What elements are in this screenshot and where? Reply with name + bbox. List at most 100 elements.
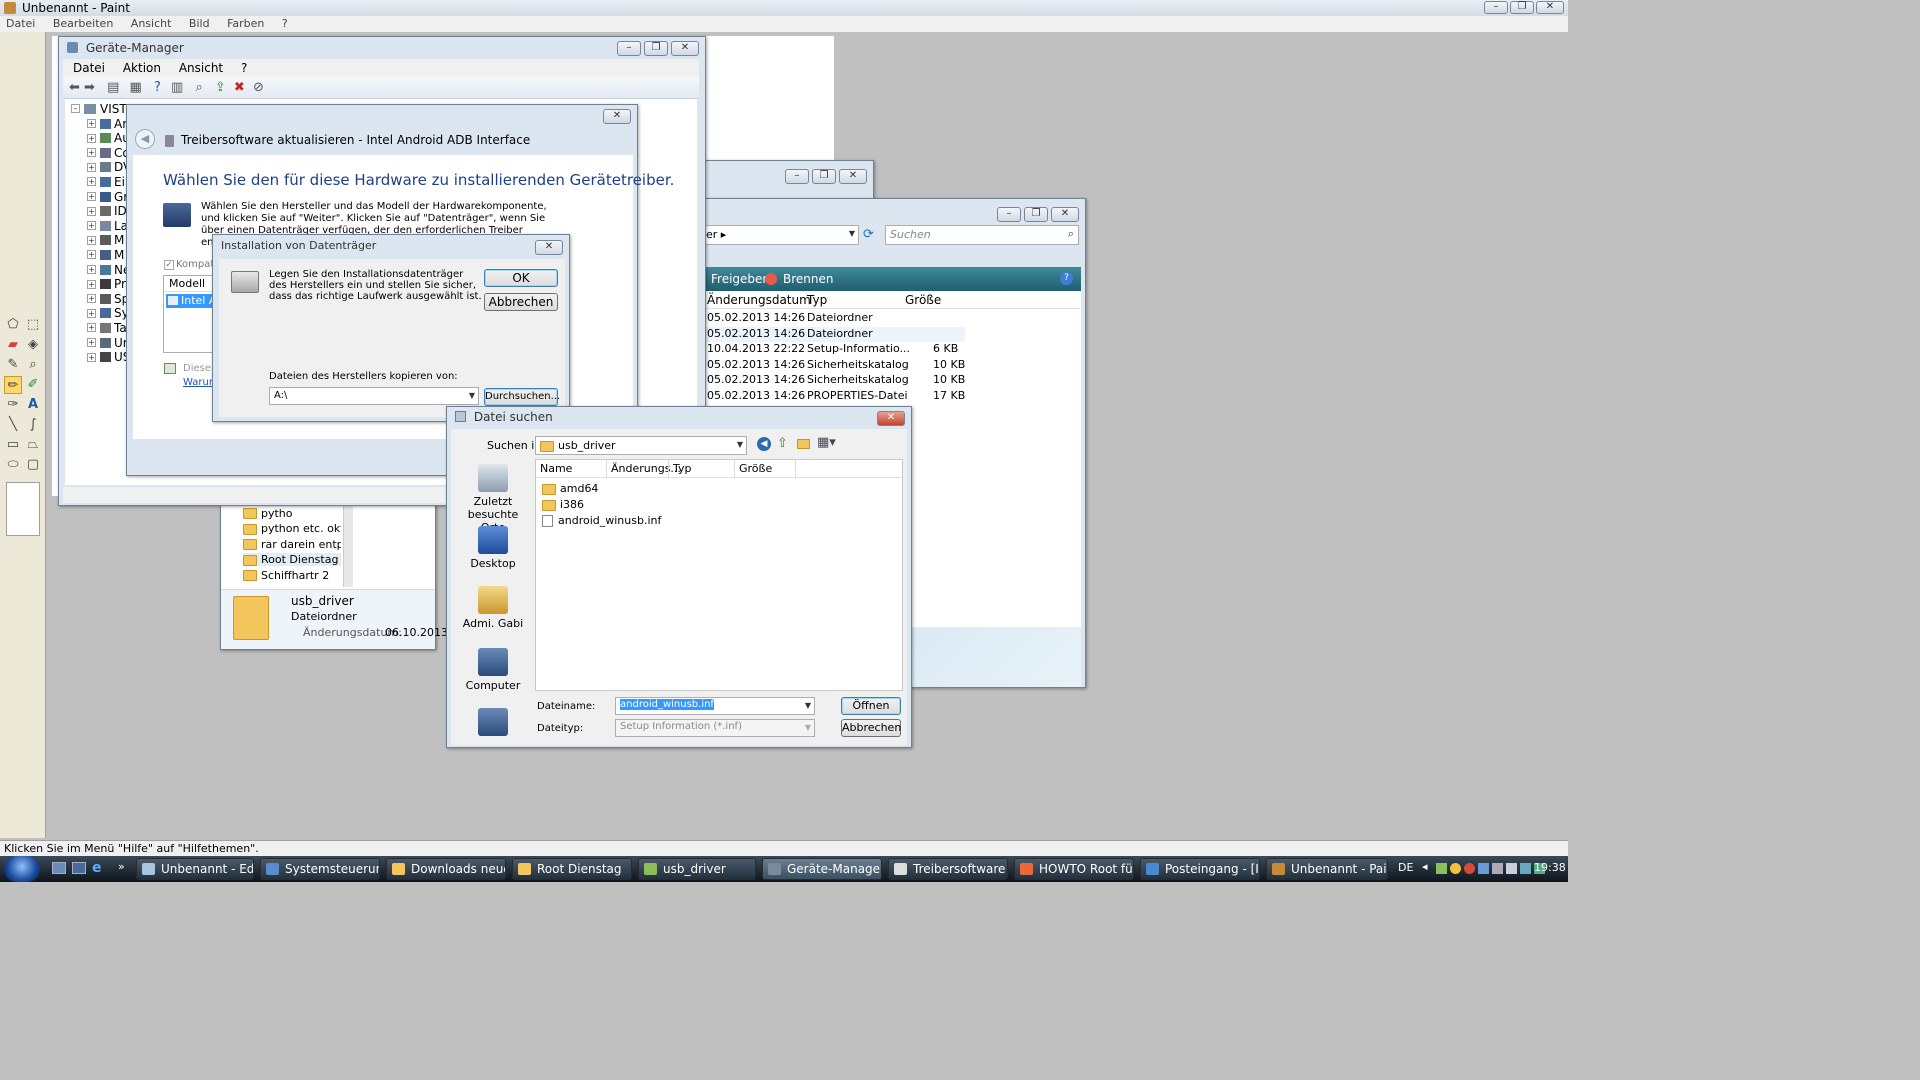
show-desktop-icon[interactable] bbox=[52, 862, 66, 874]
color-picker-icon[interactable]: ✎ bbox=[4, 356, 22, 374]
expand-icon[interactable]: + bbox=[87, 206, 96, 216]
curve-icon[interactable]: ∫ bbox=[24, 416, 42, 434]
more-quicklaunch-icon[interactable]: » bbox=[118, 860, 125, 873]
tree-item[interactable]: + Ne bbox=[87, 262, 130, 277]
device-manager-titlebar[interactable]: Geräte-Manager bbox=[59, 37, 705, 61]
file-dialog-titlebar[interactable]: Datei suchen bbox=[447, 407, 911, 427]
col-date[interactable]: Änderungsdatum bbox=[707, 291, 811, 309]
place-recent[interactable]: Zuletzt besuchte Orte bbox=[462, 464, 524, 534]
expand-icon[interactable]: + bbox=[87, 133, 96, 143]
free-select-icon[interactable]: ⬠ bbox=[4, 316, 22, 334]
back-arrow-icon[interactable]: ⬅ bbox=[69, 80, 80, 95]
taskbar-item[interactable]: Geräte-Manager bbox=[762, 858, 882, 880]
tree-item[interactable]: + Ei bbox=[87, 174, 125, 189]
language-indicator[interactable]: DE bbox=[1398, 861, 1413, 874]
taskbar-item[interactable]: Downloads neuer ... bbox=[386, 858, 506, 880]
expand-icon[interactable]: + bbox=[87, 148, 96, 158]
uninstall-icon[interactable]: ✖ bbox=[234, 80, 245, 95]
scan-hardware-icon[interactable]: ⌕ bbox=[195, 80, 202, 95]
explorer-burn-button[interactable]: Brennen bbox=[783, 267, 833, 291]
switch-windows-icon[interactable] bbox=[72, 862, 86, 874]
explorer-row[interactable]: 05.02.2013 14:26 Sicherheitskatalog 10 KB bbox=[701, 373, 965, 388]
explorer-share-button[interactable]: Freigeben bbox=[711, 267, 770, 291]
fcol-name[interactable]: Name bbox=[540, 460, 572, 478]
tree-item[interactable]: + M bbox=[87, 247, 124, 262]
magnifier-icon[interactable]: ⌕ bbox=[24, 356, 42, 374]
airbrush-icon[interactable]: ✑ bbox=[4, 396, 22, 414]
rectangle-icon[interactable]: ▭ bbox=[4, 436, 22, 454]
tree-item[interactable]: + Au bbox=[87, 131, 130, 146]
nav-item[interactable]: python etc. oktobe bbox=[243, 522, 341, 535]
wizard-close-button[interactable]: ✕ bbox=[603, 109, 631, 124]
dm-menu-view[interactable]: Ansicht bbox=[179, 61, 223, 75]
view-icon[interactable]: ▥ bbox=[171, 80, 183, 95]
tray-app-icon[interactable] bbox=[1464, 863, 1475, 874]
expand-icon[interactable]: + bbox=[87, 235, 96, 245]
dm-menu-file[interactable]: Datei bbox=[73, 61, 105, 75]
paint-menu-view[interactable]: Ansicht bbox=[131, 17, 172, 30]
tree-root[interactable]: – VISTA bbox=[71, 101, 134, 116]
disk-install-titlebar[interactable]: Installation von Datenträger bbox=[213, 235, 569, 259]
eraser-icon[interactable]: ▰ bbox=[4, 336, 22, 354]
place-desktop[interactable]: Desktop bbox=[462, 526, 524, 570]
paint-menu-colors[interactable]: Farben bbox=[227, 17, 264, 30]
file-item-inf[interactable]: android_winusb.inf bbox=[542, 514, 661, 527]
explorer-row[interactable]: 10.04.2013 22:22 Setup-Informatio... 6 KB bbox=[701, 342, 965, 357]
col-type[interactable]: Typ bbox=[807, 291, 827, 309]
expand-icon[interactable]: + bbox=[87, 352, 96, 362]
taskbar-item[interactable]: Systemsteuerung bbox=[260, 858, 380, 880]
explorer-address-bar[interactable]: er ▸ ▼ bbox=[701, 225, 859, 245]
paint-titlebar[interactable]: Unbenannt - Paint – ❐ ✕ bbox=[0, 0, 1568, 16]
tree-item[interactable]: + Co bbox=[87, 145, 130, 160]
rect-select-icon[interactable]: ⬚ bbox=[24, 316, 42, 334]
fill-icon[interactable]: ◈ bbox=[24, 336, 42, 354]
new-folder-icon[interactable] bbox=[797, 439, 810, 449]
dm-close-button[interactable]: ✕ bbox=[671, 41, 699, 56]
expand-icon[interactable]: + bbox=[87, 221, 96, 231]
place-network[interactable] bbox=[462, 708, 524, 739]
dm-menu-action[interactable]: Aktion bbox=[123, 61, 161, 75]
tree-item[interactable]: + Sp bbox=[87, 291, 129, 306]
tray-chevron-icon[interactable]: ◂ bbox=[1422, 860, 1428, 873]
brush-icon[interactable]: ✐ bbox=[24, 376, 42, 394]
explorer-row[interactable]: 05.02.2013 14:26 Sicherheitskatalog 10 KB bbox=[701, 358, 965, 373]
explorer-back-maximize-button[interactable]: ❐ bbox=[812, 169, 836, 184]
paint-close-button[interactable]: ✕ bbox=[1536, 1, 1564, 14]
tool-options-box[interactable] bbox=[6, 482, 40, 536]
col-size[interactable]: Größe bbox=[905, 291, 941, 309]
disable-icon[interactable]: ⊘ bbox=[253, 80, 264, 95]
copy-from-combo[interactable]: A:\ ▼ bbox=[269, 387, 479, 405]
filetype-combo[interactable]: Setup Information (*.inf) ▼ bbox=[615, 719, 815, 737]
back-icon[interactable]: ◀ bbox=[757, 437, 771, 451]
tree-item[interactable]: + Sy bbox=[87, 306, 129, 321]
tree-item[interactable]: + M bbox=[87, 233, 124, 248]
file-dialog-close-button[interactable]: ✕ bbox=[877, 411, 905, 426]
nav-item[interactable]: Schiffhartr 2 bbox=[243, 569, 341, 582]
tree-item[interactable]: + US bbox=[87, 350, 130, 365]
disk-install-close-button[interactable]: ✕ bbox=[535, 240, 563, 255]
expand-icon[interactable]: + bbox=[87, 338, 96, 347]
expand-icon[interactable]: + bbox=[87, 323, 96, 333]
tree-item[interactable]: + La bbox=[87, 218, 128, 233]
text-icon[interactable]: A bbox=[24, 396, 42, 414]
tray-app-icon[interactable] bbox=[1478, 863, 1489, 874]
nav-scrollbar[interactable] bbox=[343, 503, 353, 587]
network-icon[interactable] bbox=[1492, 863, 1503, 874]
taskbar-item[interactable]: HOWTO Root für d... bbox=[1014, 858, 1134, 880]
expand-icon[interactable]: + bbox=[87, 162, 96, 172]
expand-icon[interactable]: + bbox=[87, 192, 96, 201]
taskbar-item[interactable]: Unbenannt - Editor bbox=[136, 858, 254, 880]
tree-item[interactable]: + Ta bbox=[87, 320, 127, 335]
help-book-icon[interactable]: ? bbox=[154, 80, 161, 95]
nav-item[interactable]: Root Dienstag bbox=[243, 553, 341, 566]
start-button[interactable] bbox=[4, 856, 40, 882]
polygon-icon[interactable]: ⏢ bbox=[24, 436, 42, 454]
paint-menu-image[interactable]: Bild bbox=[189, 17, 210, 30]
tray-app-icon[interactable] bbox=[1520, 863, 1531, 874]
tray-app-icon[interactable] bbox=[1436, 863, 1447, 874]
explorer-row[interactable]: 05.02.2013 14:26 PROPERTIES-Datei 17 KB bbox=[701, 389, 965, 404]
file-item-i386[interactable]: i386 bbox=[542, 498, 584, 511]
help-icon[interactable]: ? bbox=[1060, 272, 1073, 285]
place-user[interactable]: Admi. Gabi bbox=[462, 586, 524, 630]
taskbar-item[interactable]: Unbenannt - Paint bbox=[1266, 858, 1388, 880]
